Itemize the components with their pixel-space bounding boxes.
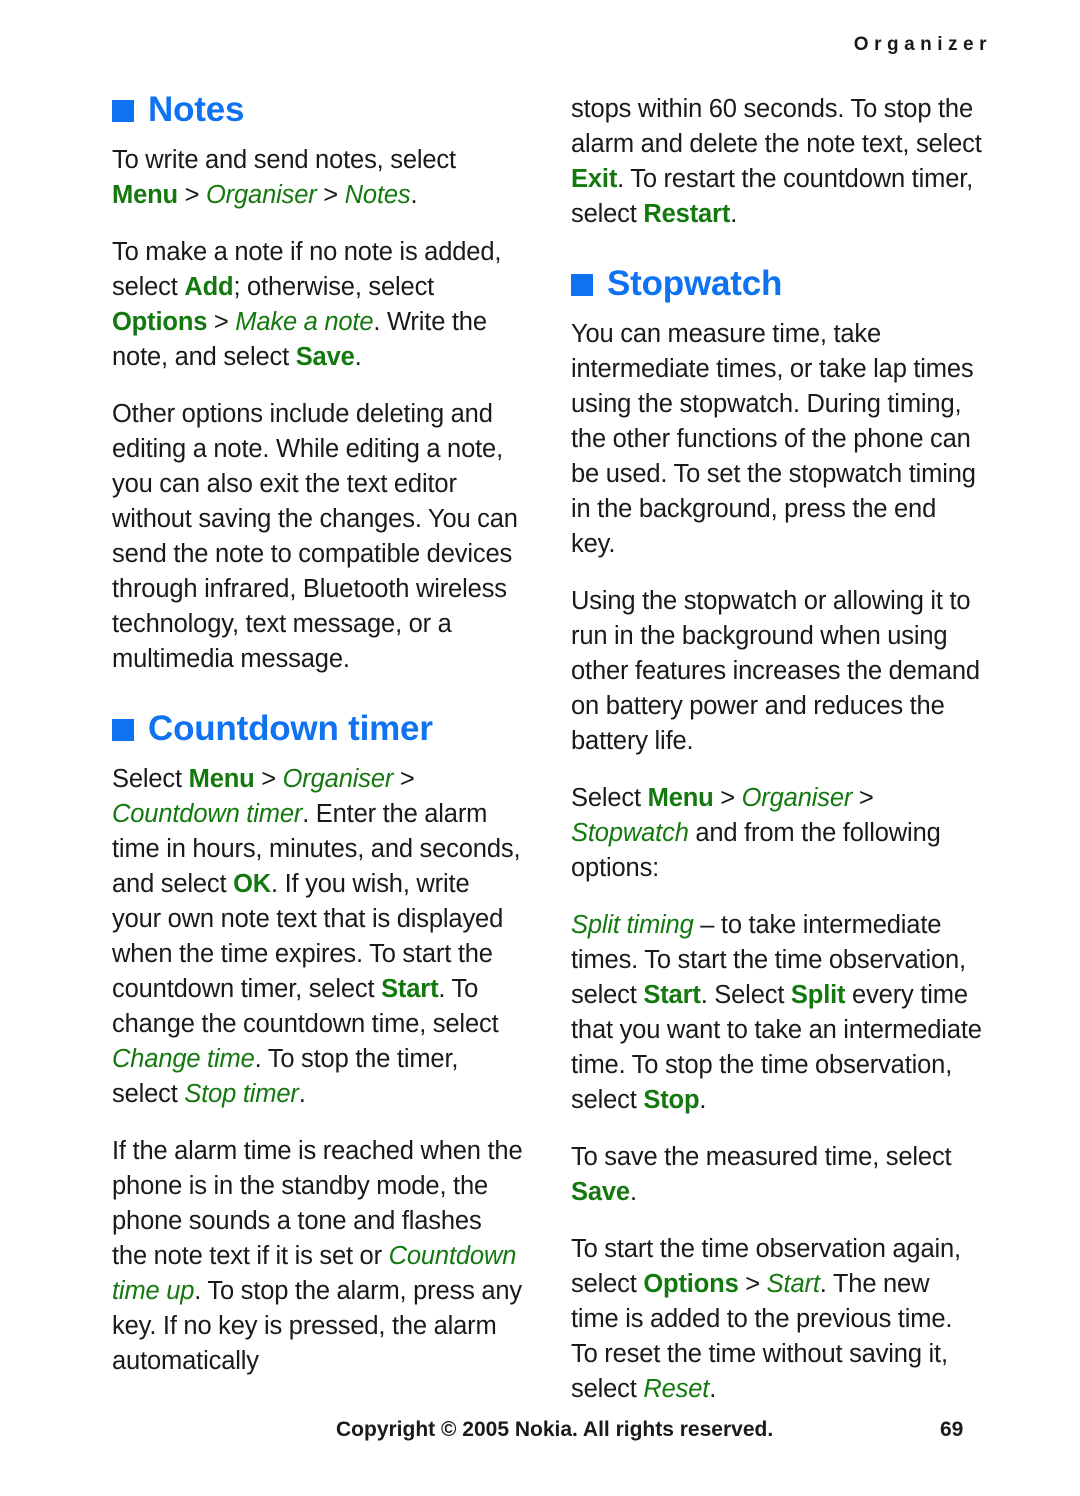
ui-term: OK <box>233 869 272 898</box>
paragraph-stopwatch-p6: To start the time observation again, sel… <box>571 1234 961 1403</box>
ui-term: Menu <box>647 783 714 812</box>
menu-separator: > <box>254 764 283 793</box>
left-column: Notes To write and send notes, select Me… <box>112 90 523 1379</box>
countdown-continued-paragraphs: stops within 60 seconds. To stop the ala… <box>571 92 982 232</box>
paragraph-notes-p2: To make a note if no note is added, sele… <box>112 237 502 371</box>
stopwatch-paragraphs: You can measure time, take intermediate … <box>571 317 982 1407</box>
ui-term: Countdown timer <box>112 799 303 828</box>
ui-term: Options <box>643 1269 739 1298</box>
heading-notes-label: Notes <box>148 90 245 129</box>
ui-term: Save <box>571 1177 630 1206</box>
two-column-body: Notes To write and send notes, select Me… <box>112 90 982 1407</box>
ui-term: Stop timer <box>184 1079 299 1108</box>
ui-term: Options <box>112 307 208 336</box>
heading-countdown-timer-label: Countdown timer <box>148 708 433 748</box>
ui-term: Organiser <box>282 764 394 793</box>
ui-term: Save <box>295 342 355 371</box>
paragraph-notes-p3: Other options include deleting and editi… <box>112 399 518 673</box>
ui-term: Menu <box>188 764 255 793</box>
ui-term: Start <box>381 974 439 1003</box>
footer-copyright: Copyright © 2005 Nokia. All rights reser… <box>336 1418 774 1441</box>
ui-term: Stopwatch <box>571 818 689 847</box>
heading-countdown-timer: Countdown timer <box>112 708 523 748</box>
ui-term: Add <box>184 272 234 301</box>
right-column: stops within 60 seconds. To stop the ala… <box>571 92 982 1407</box>
running-header: Organizer <box>853 34 992 55</box>
paragraph-stopwatch-p2: Using the stopwatch or allowing it to ru… <box>571 586 980 755</box>
ui-term: Restart <box>643 200 731 228</box>
menu-separator: > <box>393 764 415 793</box>
ui-term: Stop <box>643 1085 700 1114</box>
menu-separator: > <box>738 1269 767 1298</box>
paragraph-stopwatch-p4: Split timing – to take intermediate time… <box>571 910 982 1114</box>
ui-term: Reset <box>643 1374 710 1403</box>
ui-term: Organiser <box>741 783 853 812</box>
paragraph-stopwatch-p5: To save the measured time, select Save. <box>571 1142 952 1206</box>
manual-page: Organizer Notes To write and send notes,… <box>0 0 1080 1496</box>
paragraph-countdown-cont-p1: stops within 60 seconds. To stop the ala… <box>571 95 982 228</box>
heading-stopwatch-label: Stopwatch <box>607 264 783 303</box>
ui-term: Split timing <box>571 910 694 939</box>
ui-term: Menu <box>112 180 178 209</box>
blue-square-bullet-icon <box>112 100 134 123</box>
countdown-paragraphs: Select Menu > Organiser > Countdown time… <box>112 762 523 1379</box>
ui-term: Countdown time up <box>112 1241 517 1305</box>
blue-square-bullet-icon <box>571 274 593 297</box>
paragraph-countdown-p2: If the alarm time is reached when the ph… <box>112 1136 523 1375</box>
menu-separator: > <box>207 307 236 336</box>
heading-notes: Notes <box>112 90 523 129</box>
menu-separator: > <box>177 180 206 209</box>
page-footer: Copyright © 2005 Nokia. All rights reser… <box>0 1418 1080 1448</box>
ui-term: Exit <box>571 165 618 193</box>
ui-term: Notes <box>344 180 411 209</box>
blue-square-bullet-icon <box>112 719 134 742</box>
paragraph-stopwatch-p1: You can measure time, take intermediate … <box>571 319 976 558</box>
ui-term: Change time <box>112 1044 255 1073</box>
paragraph-notes-p1: To write and send notes, select Menu > O… <box>112 145 456 209</box>
paragraph-stopwatch-p3: Select Menu > Organiser > Stopwatch and … <box>571 783 941 882</box>
ui-term: Start <box>766 1269 820 1298</box>
footer-page-number: 69 <box>940 1418 964 1441</box>
notes-paragraphs: To write and send notes, select Menu > O… <box>112 143 523 677</box>
ui-term: Make a note <box>235 307 374 336</box>
menu-separator: > <box>316 180 345 209</box>
paragraph-countdown-p1: Select Menu > Organiser > Countdown time… <box>112 764 521 1108</box>
ui-term: Start <box>643 980 701 1009</box>
menu-separator: > <box>852 783 874 812</box>
menu-separator: > <box>713 783 742 812</box>
heading-stopwatch: Stopwatch <box>571 264 982 303</box>
ui-term: Split <box>790 980 846 1009</box>
ui-term: Organiser <box>206 180 317 209</box>
